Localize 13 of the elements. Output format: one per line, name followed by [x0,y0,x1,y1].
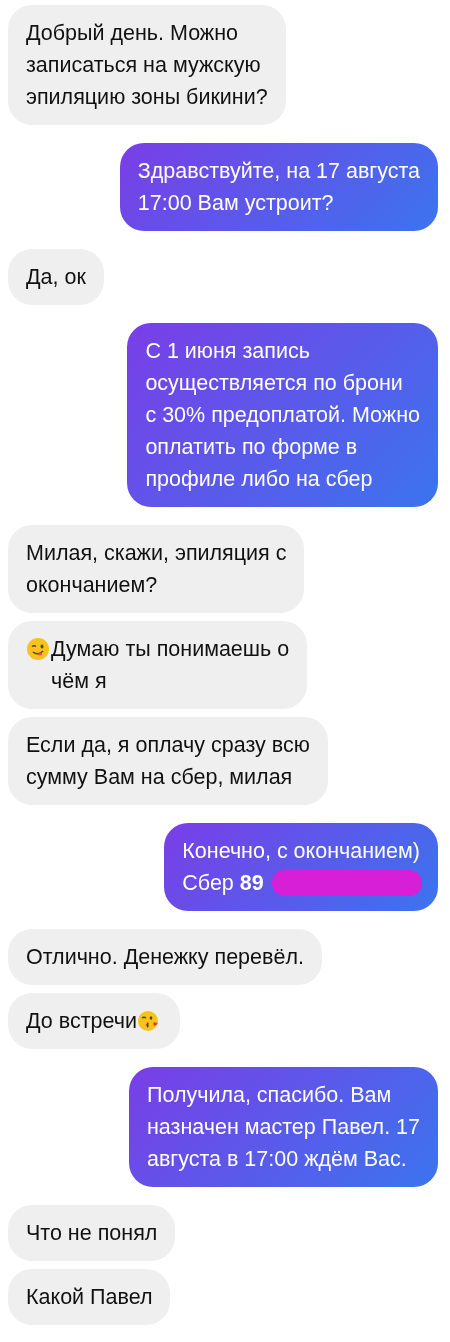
message-text: Отлично. Денежку перевёл. [26,944,304,971]
message-text: Милая, скажи, эпиляция с окончанием? [26,540,287,599]
message-text: Здравствуйте, на 17 августа 17:00 Вам устроит? [137,158,420,217]
message-text: Конечно, с окончанием) Сбер 89 [182,838,420,897]
message-text: Какой Павел [26,1284,153,1311]
message-text: С 1 июня запись осуществляется по брони с 30% предоплатой. Можно оплатить по форме в профиле либо на сбер [145,338,420,493]
message-text: Да, ок [26,264,86,291]
message-text: Если да, я оплачу сразу всю сумму Вам на сбер, милая [26,732,310,791]
message-text: До встречи [26,1008,137,1035]
message-text: Получила, спасибо. Вам назначен мастер Павел. 17 августа в 17:00 ждём Вас. [146,1082,420,1173]
message-text: Добрый день. Можно записаться на мужскую эпиляцию зоны бикини? [26,20,268,111]
message-text: Что не понял [26,1220,158,1247]
message-text: Думаю ты понимаешь о чём я [51,636,290,695]
